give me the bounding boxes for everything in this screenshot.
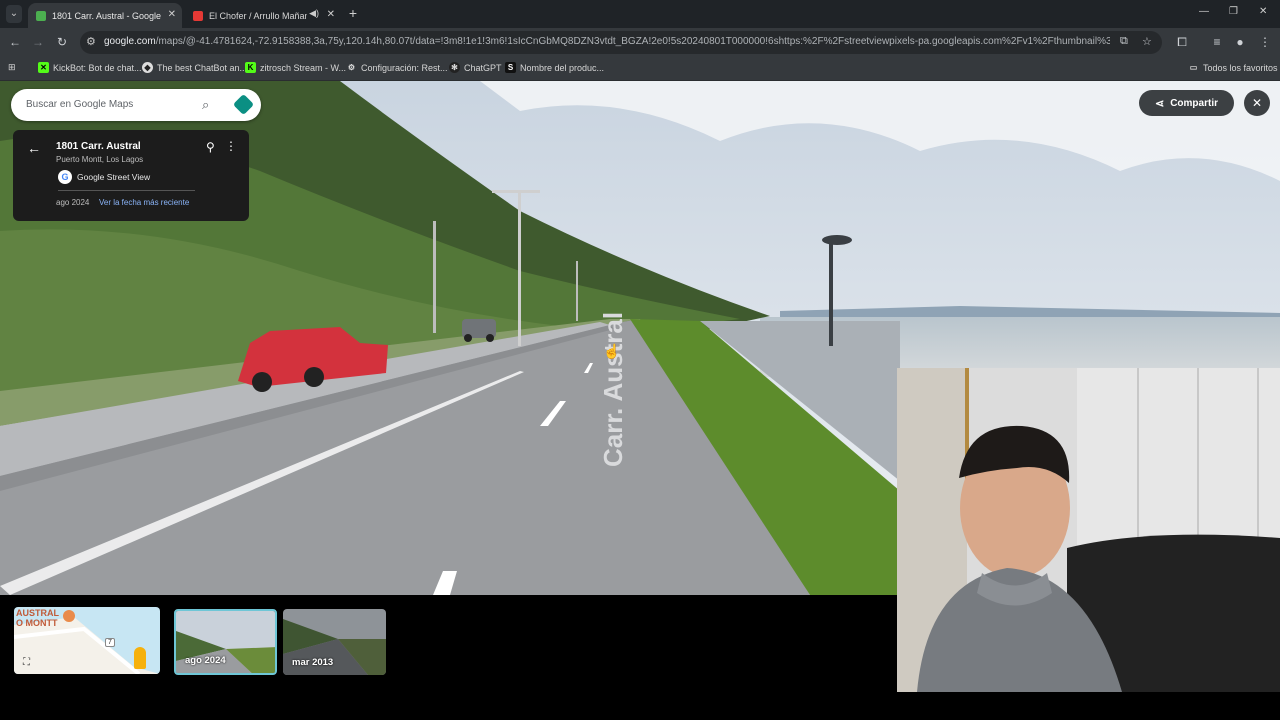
search-input[interactable]: Buscar en Google Maps [26,99,133,110]
bookmark-configuracion[interactable]: ⚙ Configuración: Rest... [346,62,448,73]
url-path: /maps/@-41.4781624,-72.9158388,3a,75y,12… [155,36,1110,47]
reload-icon[interactable]: ↻ [55,34,69,50]
bookmarks-bar: ⊞ ✕ KickBot: Bot de chat... ◆ The best Cha… [0,57,1280,81]
bookmark-label: The best ChatBot an... [157,62,248,73]
profile-avatar-icon[interactable]: ● [1233,34,1247,50]
url-text: google.com/maps/@-41.4781624,-72.9158388… [104,36,1110,47]
share-label: Compartir [1170,97,1218,109]
close-window-icon[interactable]: ✕ [1259,6,1267,17]
minimize-icon[interactable]: — [1199,6,1209,17]
back-icon[interactable]: ← [8,34,22,50]
site-info-icon[interactable]: ⚙ [86,35,96,48]
divider [58,190,195,191]
bookmark-label: Configuración: Rest... [361,62,448,73]
s-icon: S [505,62,516,73]
kickbot-icon: ✕ [38,62,49,73]
timeline-thumb-ago-2024[interactable]: ago 2024 [174,609,277,675]
minimap-city-label: AUSTRAL O MONTT [16,608,59,628]
webcam-bottom-bar [897,692,1280,720]
close-tab-icon[interactable]: ✕ [168,9,176,20]
bookmark-label: Nombre del produc... [520,62,605,73]
timeline-label: mar 2013 [292,657,334,668]
google-maps-icon [36,10,46,21]
gear-icon: ⚙ [347,63,356,72]
browser-toolbar: ← → ↻ ⚙ google.com/maps/@-41.4781624,-72… [0,28,1280,57]
latest-date-link[interactable]: Ver la fecha más reciente [99,198,189,207]
more-options-icon[interactable]: ⋮ [225,139,237,153]
expand-map-icon[interactable]: ⛶ [19,655,34,670]
street-view-provider: G Google Street View [58,170,150,184]
hand-cursor-icon: ☝ [603,343,621,359]
tab-title: El Chofer / Arrullo Mañaner [209,10,307,21]
audio-playing-icon[interactable]: ◀) [309,8,319,19]
tab-search-button[interactable]: ⌄ [6,5,22,23]
webcam-overlay [897,368,1280,692]
new-tab-button[interactable]: + [346,5,360,21]
directions-icon[interactable] [232,93,255,116]
maps-search-box[interactable]: Buscar en Google Maps ⌕ [11,89,261,121]
pegman-icon[interactable] [134,647,146,669]
youtube-icon [193,10,203,21]
location-pin-icon[interactable]: ⚲ [206,140,215,154]
bookmark-chatbot[interactable]: ◆ The best ChatBot an... [142,62,247,73]
address-bar[interactable]: ⚙ google.com/maps/@-41.4781624,-72.91583… [80,31,1162,54]
webcam-scene [897,368,1280,692]
share-icon: ⋖ [1154,97,1165,110]
install-app-icon[interactable]: ⧉ [1120,35,1128,48]
tab-title: 1801 Carr. Austral - Google Ma [52,10,162,21]
share-button[interactable]: ⋖ Compartir [1139,90,1234,116]
menu-kebab-icon[interactable]: ⋮ [1258,34,1272,50]
minimap[interactable]: AUSTRAL O MONTT 7 ⛶ [14,607,160,674]
chatbot-icon: ◆ [142,62,153,73]
google-icon: G [58,170,72,184]
route-shield: 7 [105,638,115,647]
back-arrow-icon[interactable]: ← [27,140,41,156]
restore-icon[interactable]: ❐ [1229,6,1238,17]
bookmark-nombre-producto[interactable]: S Nombre del produc... [505,62,604,73]
extensions-icon[interactable]: ⧠ [1175,34,1189,50]
close-icon: ✕ [1251,96,1263,110]
provider-label: Google Street View [77,172,151,182]
kick-icon: K [245,62,256,73]
card-city: Puerto Montt, Los Lagos [56,155,144,164]
bookmark-zitrosch[interactable]: Kzitrosch Stream - W... [245,62,346,73]
timeline-thumb-mar-2013[interactable]: mar 2013 [283,609,386,675]
tab-strip: ⌄ 1801 Carr. Austral - Google Ma ✕ El Ch… [0,0,1280,28]
apps-grid-icon[interactable]: ⊞ [8,62,16,73]
search-icon[interactable]: ⌕ [202,97,209,113]
card-address: 1801 Carr. Austral [56,141,141,152]
bookmark-label: ChatGPT [464,62,502,73]
close-street-view-button[interactable]: ✕ [1244,90,1270,116]
bookmark-label: KickBot: Bot de chat... [53,62,142,73]
bookmark-chatgpt[interactable]: ✻ ChatGPT [449,62,502,73]
chatgpt-icon: ✻ [449,62,460,73]
bookmark-label: zitrosch Stream - W... [260,62,347,73]
bookmark-star-icon[interactable]: ☆ [1142,35,1152,48]
capture-date: ago 2024 [56,198,90,207]
timeline-label: ago 2024 [185,655,226,666]
bookmark-kickbot[interactable]: ✕ KickBot: Bot de chat... [38,62,142,73]
all-favorites-folder[interactable]: ▭ Todos los favoritos [1188,62,1278,73]
tab-google-maps[interactable]: 1801 Carr. Austral - Google Ma ✕ [28,3,182,28]
all-favorites-label: Todos los favoritos [1203,62,1278,73]
url-host: google.com [104,36,156,47]
street-view-info-card: ← 1801 Carr. Austral Puerto Montt, Los L… [13,130,249,221]
folder-icon: ▭ [1189,63,1198,72]
tab-youtube[interactable]: El Chofer / Arrullo Mañaner ◀) ✕ [185,3,341,28]
road-label: Carr. Austral [598,312,628,467]
close-tab-icon[interactable]: ✕ [327,9,335,20]
media-control-icon[interactable]: ≡ [1210,34,1224,50]
poi-icon [63,610,75,622]
forward-icon[interactable]: → [31,34,45,50]
